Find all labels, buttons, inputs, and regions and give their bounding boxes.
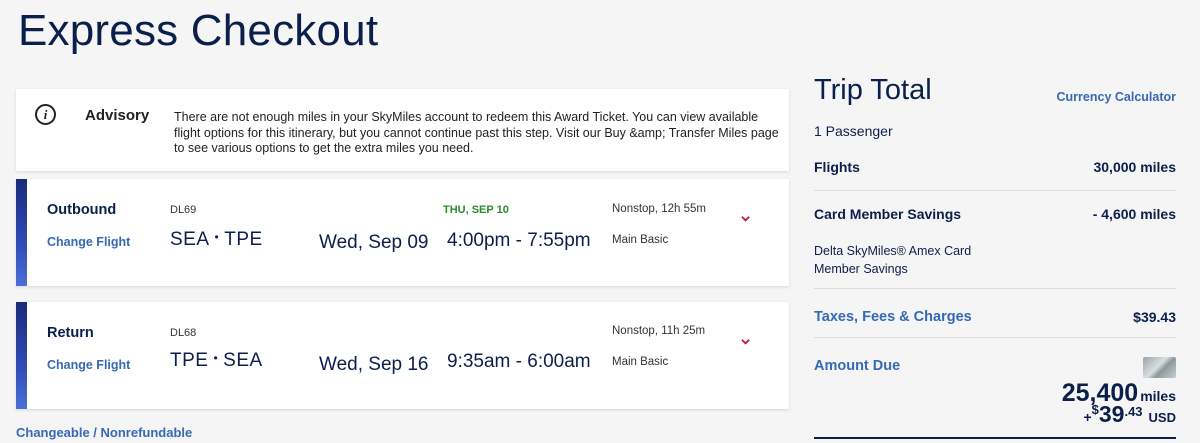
card-accent-stripe: [16, 302, 27, 409]
taxes-fees-value: $39.43: [1133, 309, 1176, 325]
fare-rules-link[interactable]: Changeable / Nonrefundable: [16, 425, 192, 440]
flight-route: TPE • SEA: [170, 350, 263, 372]
page-title: Express Checkout: [18, 6, 379, 55]
card-savings-label: Card Member Savings: [814, 206, 962, 222]
advisory-title: Advisory: [85, 107, 150, 124]
taxes-fees-link[interactable]: Taxes, Fees & Charges: [814, 309, 972, 325]
trip-total-title: Trip Total: [814, 74, 932, 106]
amount-due-label: Amount Due: [814, 358, 901, 374]
change-flight-link[interactable]: Change Flight: [47, 358, 130, 372]
flight-card-return: Return Change Flight DL68 TPE • SEA Wed, S…: [16, 302, 789, 409]
flight-times: 4:00pm - 7:55pm: [447, 230, 591, 251]
flights-cost-label: Flights: [814, 159, 860, 175]
advisory-banner: i Advisory There are not enough miles in…: [16, 89, 789, 171]
destination-code: TPE: [224, 229, 263, 250]
divider: [814, 190, 1176, 191]
change-flight-link[interactable]: Change Flight: [47, 235, 130, 249]
amount-due-dollars: 39: [1098, 401, 1125, 427]
arrival-day-note: THU, SEP 10: [443, 204, 509, 216]
flight-date: Wed, Sep 16: [319, 354, 429, 375]
divider: [814, 288, 1176, 289]
card-accent-stripe: [16, 179, 27, 286]
flight-date: Wed, Sep 09: [319, 232, 429, 253]
flight-route: SEA • TPE: [170, 229, 263, 251]
flight-times: 9:35am - 6:00am: [447, 351, 591, 372]
credit-card-icon: [1143, 357, 1176, 378]
currency-symbol: $: [1091, 402, 1099, 417]
panel-bottom-rule: [814, 437, 1176, 439]
route-separator: •: [213, 351, 219, 365]
origin-code: TPE: [170, 350, 209, 371]
card-savings-description: Delta SkyMiles® Amex Card Member Savings: [814, 244, 972, 276]
chevron-down-icon[interactable]: [741, 337, 750, 346]
flight-card-outbound: Outbound Change Flight DL69 SEA • TPE Wed,…: [16, 179, 789, 286]
amount-due-cash: +$39.43 USD: [1083, 401, 1176, 428]
flight-direction: Outbound: [47, 202, 117, 218]
flights-cost-value: 30,000 miles: [1093, 159, 1176, 175]
route-separator: •: [214, 230, 220, 244]
flight-number: DL68: [170, 327, 197, 339]
flight-number: DL69: [170, 204, 197, 216]
info-icon: i: [35, 104, 56, 125]
flight-direction: Return: [47, 325, 94, 341]
amount-due-cents: .43: [1124, 404, 1143, 419]
chevron-down-icon[interactable]: [741, 214, 750, 223]
passenger-count: 1 Passenger: [814, 123, 893, 139]
origin-code: SEA: [170, 229, 210, 250]
flight-stops-duration: Nonstop, 12h 55m: [612, 203, 706, 215]
flight-cabin: Main Basic: [612, 356, 669, 368]
flight-cabin: Main Basic: [612, 234, 669, 246]
plus-sign: +: [1083, 409, 1092, 425]
destination-code: SEA: [223, 350, 263, 371]
divider: [814, 337, 1176, 338]
advisory-message: There are not enough miles in your SkyMi…: [174, 110, 779, 155]
flight-stops-duration: Nonstop, 11h 25m: [612, 325, 706, 337]
currency-code: USD: [1148, 410, 1176, 425]
currency-calculator-link[interactable]: Currency Calculator: [1057, 90, 1176, 104]
card-savings-value: - 4,600 miles: [1092, 206, 1176, 222]
